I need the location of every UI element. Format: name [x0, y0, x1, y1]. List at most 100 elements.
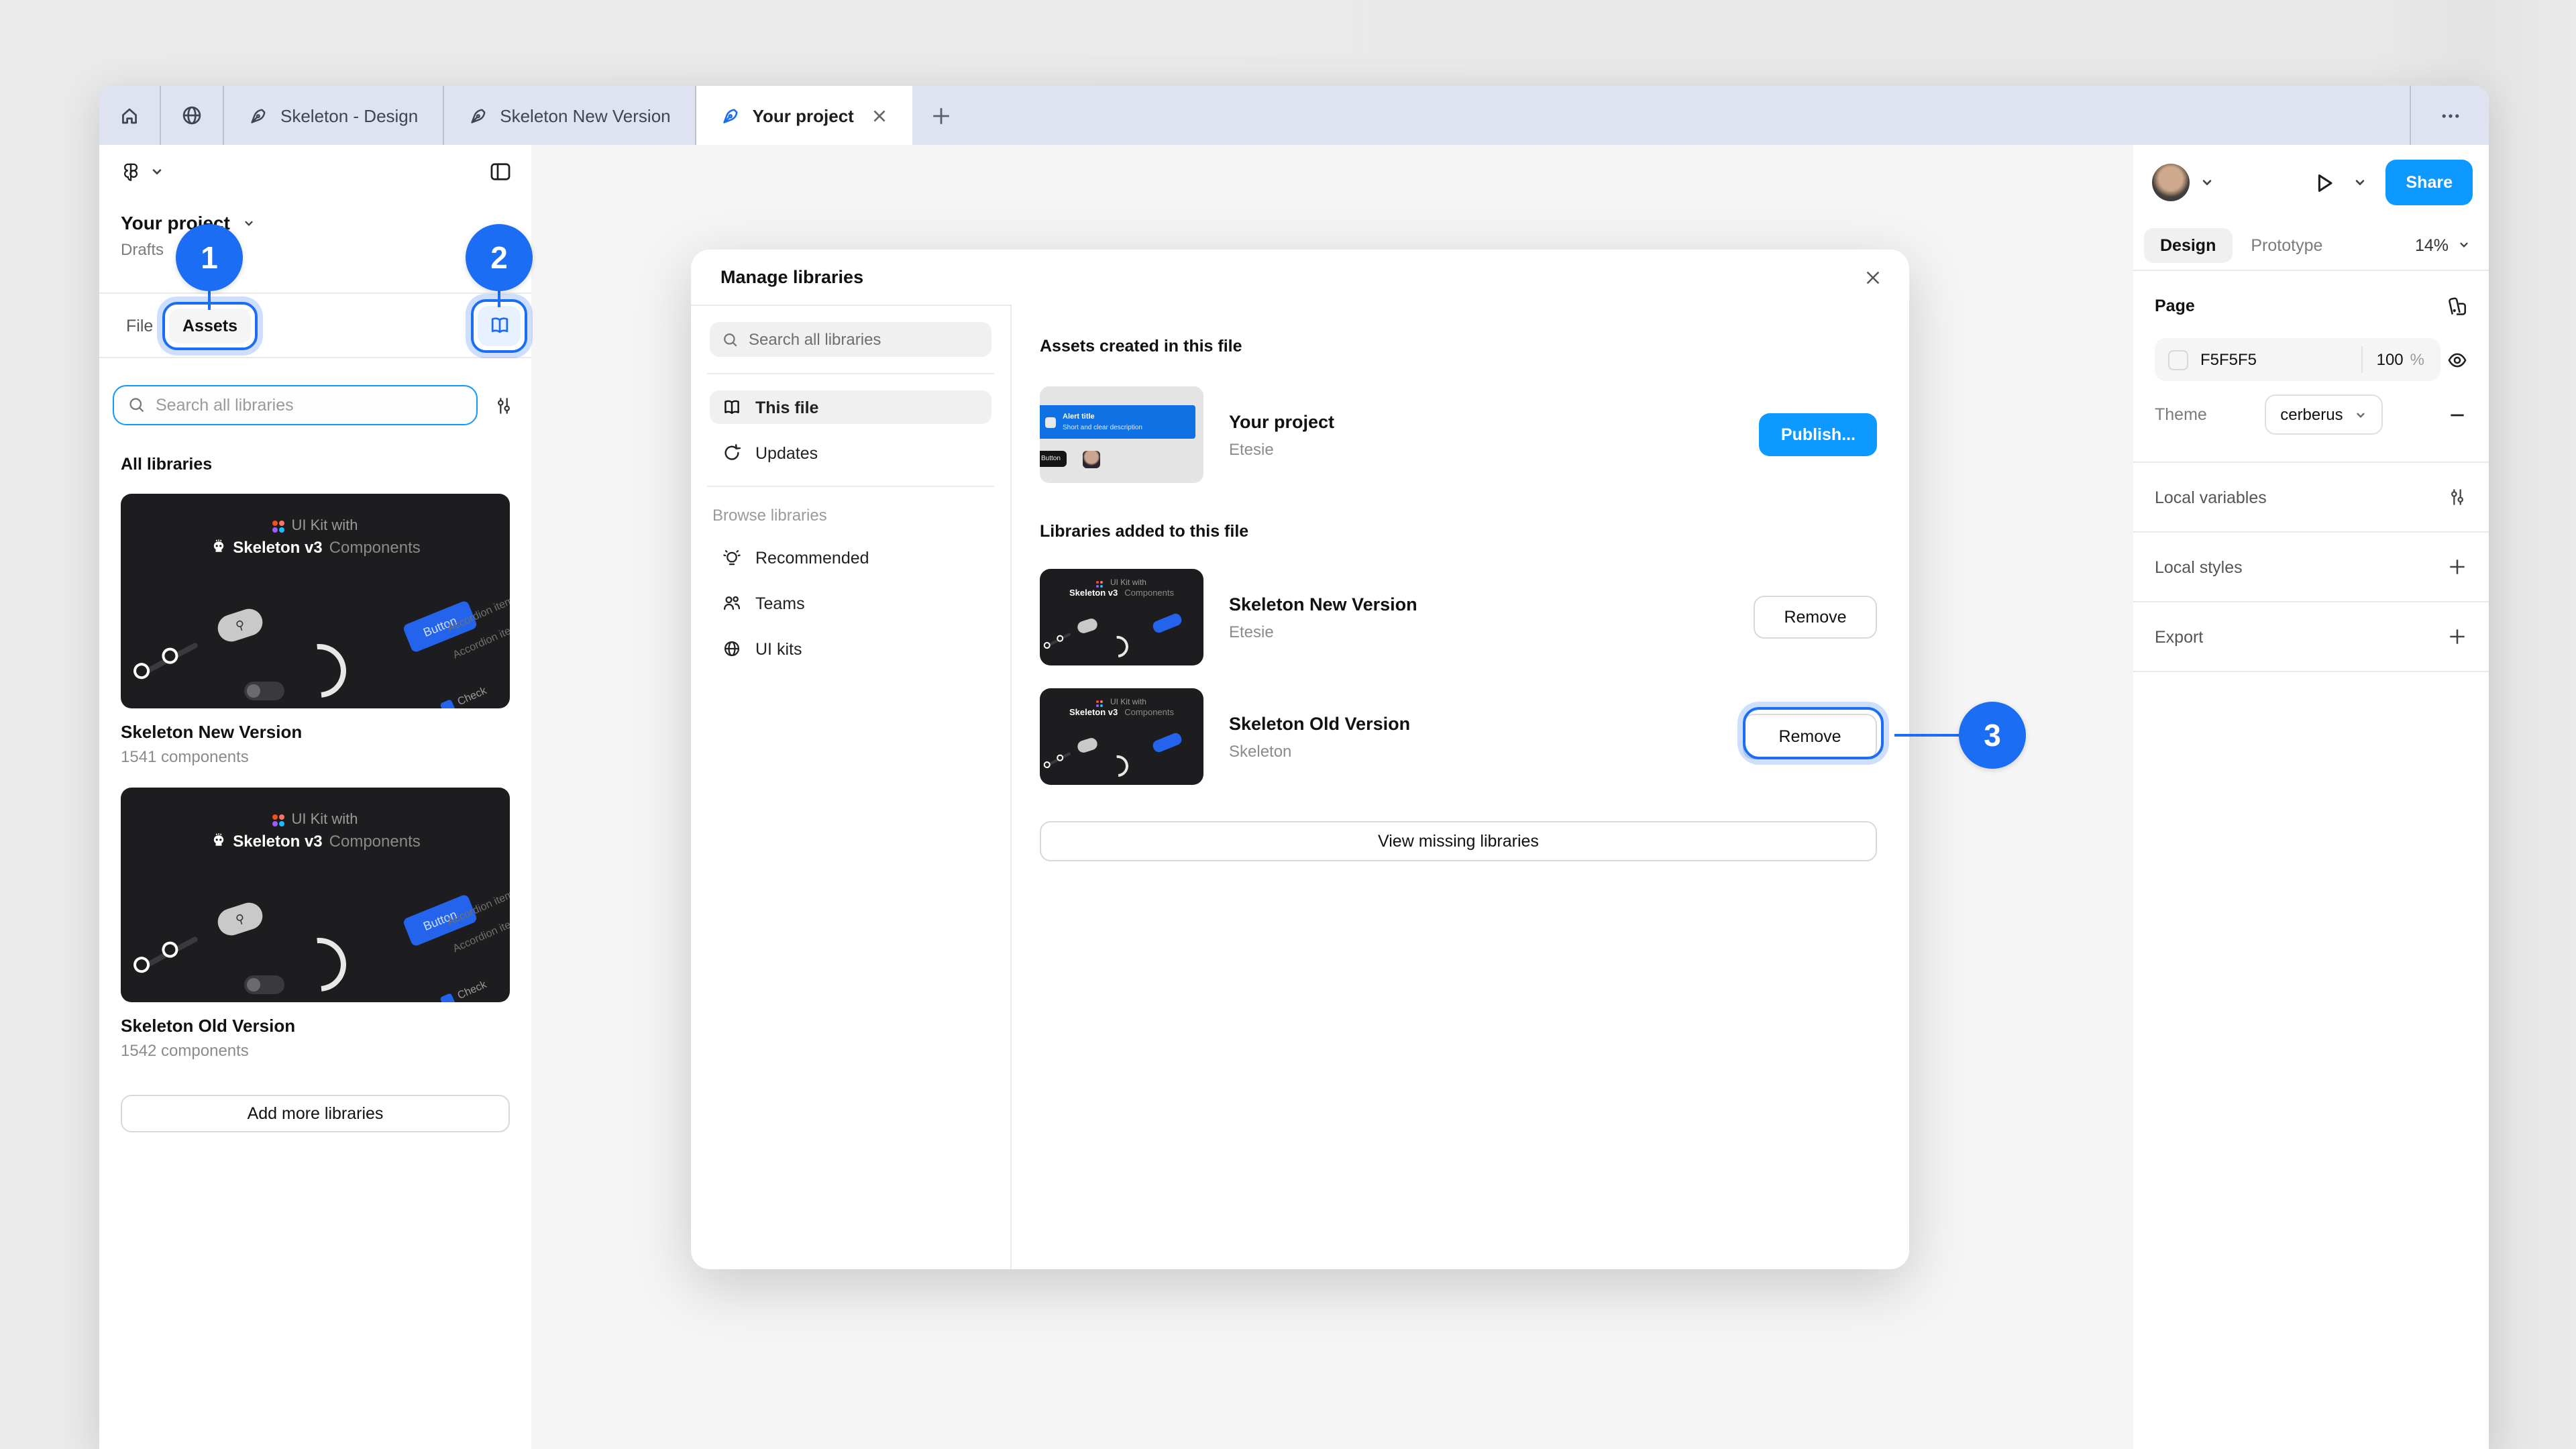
thumb-line1: UI Kit with	[291, 518, 358, 534]
plus-icon[interactable]	[2440, 627, 2473, 647]
plus-icon[interactable]	[2440, 557, 2473, 577]
window-menu-button[interactable]	[2411, 86, 2489, 145]
figma-logo-icon[interactable]	[121, 162, 141, 182]
chevron-down-icon[interactable]	[2200, 176, 2214, 189]
thumb-spinner-component	[282, 633, 358, 708]
theme-value: cerberus	[2280, 405, 2343, 424]
swatch-book-icon[interactable]	[2440, 294, 2473, 317]
nav-label: This file	[755, 398, 818, 417]
share-button[interactable]: Share	[2386, 160, 2473, 205]
eye-icon[interactable]	[2440, 348, 2473, 371]
ellipsis-icon	[2438, 104, 2461, 127]
divider	[707, 486, 994, 487]
modal-search-placeholder: Search all libraries	[749, 330, 881, 349]
local-variables-row[interactable]: Local variables	[2133, 463, 2489, 533]
button-component: Button	[1040, 451, 1067, 467]
close-icon[interactable]	[1864, 268, 1882, 286]
add-more-libraries-button[interactable]: Add more libraries	[121, 1095, 510, 1132]
chevron-down-icon[interactable]	[150, 165, 164, 178]
theme-dropdown[interactable]: cerberus	[2264, 394, 2383, 435]
nav-item-ui-kits[interactable]: UI kits	[710, 632, 991, 665]
library-search-field[interactable]	[113, 385, 478, 425]
library-count: 1542 components	[121, 1041, 510, 1060]
home-icon	[118, 104, 141, 127]
library-card[interactable]: UI Kit with Skeleton v3Components ⚲ Butt…	[121, 788, 510, 1060]
chevron-down-icon[interactable]	[2354, 176, 2367, 189]
figma-app-window: Skeleton - Design Skeleton New Version Y…	[99, 86, 2489, 1449]
sidebar-tabs: File Assets	[99, 294, 531, 357]
present-play-icon[interactable]	[2312, 170, 2338, 195]
search-input[interactable]	[156, 396, 463, 415]
sidebar-search-row	[99, 385, 531, 425]
thumb-spinner-component	[282, 927, 358, 1002]
library-card[interactable]: UI Kit with Skeleton v3Components ⚲ Butt…	[121, 494, 510, 766]
toggle-sidebar-icon[interactable]	[488, 160, 513, 184]
nav-item-this-file[interactable]: This file	[710, 390, 991, 424]
variables-sliders-icon[interactable]	[2440, 487, 2473, 507]
assets-created-heading: Assets created in this file	[1040, 337, 1877, 358]
libraries-button[interactable]	[478, 305, 521, 345]
community-button[interactable]	[161, 86, 223, 145]
library-owner: Skeleton	[1229, 741, 1410, 760]
thumb-slider-component	[137, 936, 199, 972]
thumb-line1: UI Kit with	[291, 812, 358, 828]
right-toolbar: Share	[2133, 145, 2489, 220]
color-swatch[interactable]	[2168, 350, 2188, 370]
export-row[interactable]: Export	[2133, 602, 2489, 672]
tab-design[interactable]: Design	[2144, 227, 2232, 262]
chevron-down-icon[interactable]	[244, 217, 256, 229]
zoom-control[interactable]: 14%	[2415, 235, 2470, 254]
canvas[interactable]: Manage libraries Search all	[531, 145, 2133, 1449]
modal-search-field[interactable]: Search all libraries	[710, 322, 991, 357]
design-prototype-tabs: Design Prototype 14%	[2133, 220, 2489, 271]
plus-icon	[932, 105, 952, 125]
user-avatar[interactable]	[2152, 164, 2190, 201]
local-styles-row[interactable]: Local styles	[2133, 533, 2489, 602]
search-icon	[722, 331, 739, 348]
export-label: Export	[2155, 627, 2203, 646]
theme-label: Theme	[2155, 405, 2207, 424]
modal-nav: Search all libraries This file	[691, 305, 1012, 1269]
annotation-step-1: 1	[176, 224, 243, 291]
nav-item-teams[interactable]: Teams	[710, 586, 991, 620]
filter-sliders-icon[interactable]	[486, 395, 521, 415]
tab-skeleton-design[interactable]: Skeleton - Design	[224, 86, 442, 145]
annotation-step-2: 2	[466, 224, 533, 291]
minus-icon[interactable]	[2440, 405, 2473, 425]
nav-label: Teams	[755, 594, 805, 612]
browse-libraries-heading: Browse libraries	[712, 506, 991, 525]
library-thumbnail: UI Kit with Skeleton v3Components	[1040, 688, 1203, 785]
remove-button[interactable]: Remove	[1754, 596, 1877, 639]
left-sidebar: Your project Drafts File Assets	[99, 145, 531, 1449]
refresh-icon	[722, 443, 742, 463]
open-book-icon	[488, 314, 511, 337]
alert-description: Short and clear description	[1063, 423, 1142, 431]
tab-your-project[interactable]: Your project	[696, 86, 913, 145]
color-hex-value[interactable]: F5F5F5	[2200, 350, 2362, 369]
annotation-connector-2	[498, 290, 501, 307]
tab-prototype[interactable]: Prototype	[2251, 235, 2322, 254]
tab-skeleton-new-version[interactable]: Skeleton New Version	[443, 86, 694, 145]
chevron-down-icon	[2355, 409, 2367, 421]
page-color-row: F5F5F5 100 %	[2155, 338, 2473, 381]
tab-file[interactable]: File	[126, 316, 156, 335]
skull-icon	[210, 833, 226, 849]
new-tab-button[interactable]	[913, 86, 971, 145]
nav-item-updates[interactable]: Updates	[710, 436, 991, 470]
thumb-pin-component: ⚲	[214, 605, 266, 645]
nav-item-recommended[interactable]: Recommended	[710, 541, 991, 574]
page-color-input[interactable]: F5F5F5 100 %	[2155, 338, 2440, 381]
view-missing-libraries-button[interactable]: View missing libraries	[1040, 821, 1877, 861]
tab-assets[interactable]: Assets	[169, 308, 251, 343]
publish-button[interactable]: Publish...	[1760, 413, 1877, 456]
home-button[interactable]	[99, 86, 160, 145]
local-variables-label: Local variables	[2155, 488, 2267, 506]
close-tab-icon[interactable]	[871, 107, 889, 124]
figma-color-logo-icon	[272, 520, 284, 532]
remove-button-highlighted[interactable]: Remove	[1743, 714, 1877, 759]
library-row-skeleton-new: UI Kit with Skeleton v3Components	[1040, 569, 1877, 665]
figma-color-logo-icon	[1097, 580, 1104, 587]
lightbulb-icon	[722, 547, 742, 568]
tabbar-spacer	[971, 86, 2410, 145]
opacity-value[interactable]: 100	[2377, 350, 2404, 369]
